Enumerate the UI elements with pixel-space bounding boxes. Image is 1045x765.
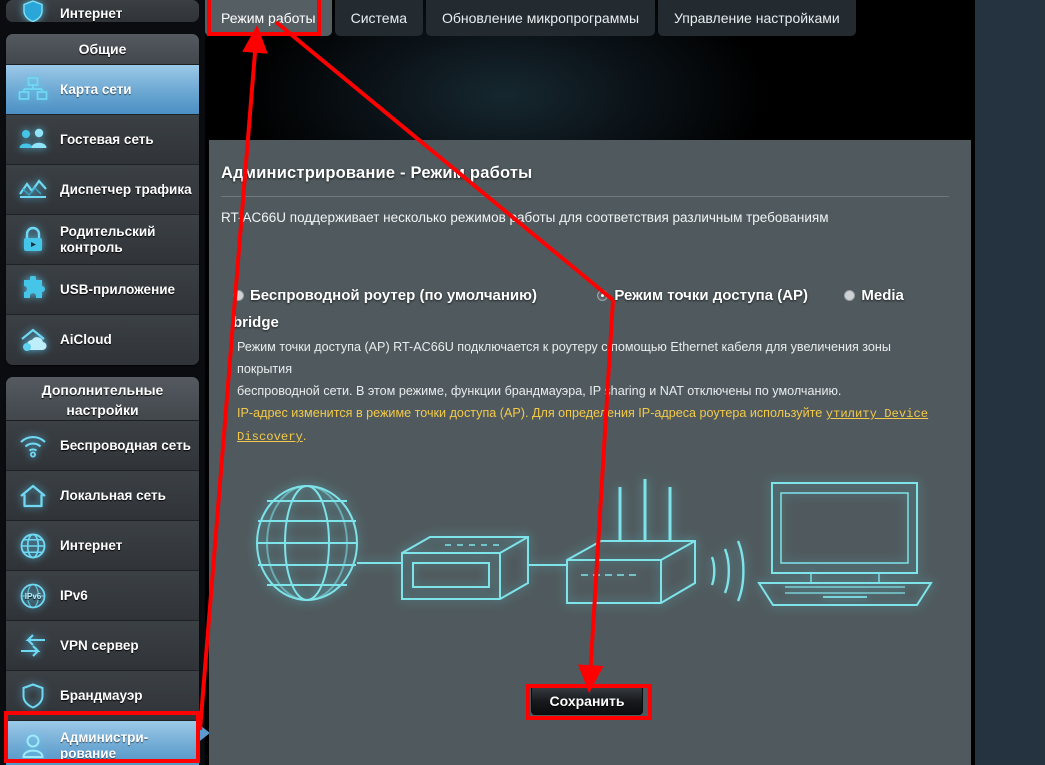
sidebar-item-label: Брандмауэр <box>60 688 143 704</box>
home-icon <box>16 479 50 513</box>
radio-ap-mode-label: Режим точки доступа (AP) <box>614 287 808 304</box>
sidebar-item-label: Гостевая сеть <box>60 132 154 148</box>
sidebar-item-label: Диспетчер трафика <box>60 182 192 198</box>
shield-icon <box>16 679 50 713</box>
sidebar-item-label: Интернет <box>60 6 122 22</box>
tab-bar: Режим работы Система Обновление микропро… <box>205 0 859 36</box>
vpn-arrows-icon <box>16 629 50 663</box>
sidebar-item-aicloud[interactable]: AiCloud <box>6 315 199 365</box>
sidebar-group-title: Общие <box>6 34 199 65</box>
sidebar-partial-top-group: Интернет <box>6 0 199 22</box>
radio-ap-mode-option[interactable]: Режим точки доступа (AP) <box>597 287 812 304</box>
sidebar: Интернет Общие Карта сети <box>0 0 205 765</box>
sidebar-item-label: Карта сети <box>60 82 132 98</box>
content-panel: Администрирование - Режим работы RT-AC66… <box>209 140 971 765</box>
sidebar-item-label: IPv6 <box>60 588 88 604</box>
tab-obnovlenie-mikroprogrammy[interactable]: Обновление микропрограммы <box>426 0 655 36</box>
globe-shape <box>257 486 357 600</box>
ipv6-globe-icon: IPv6 <box>16 579 50 613</box>
modem-shape <box>402 537 528 599</box>
sidebar-group-title: Дополнительные настройки <box>6 377 199 421</box>
mode-description-note: IP-адрес изменится в режиме точки доступ… <box>237 402 947 448</box>
svg-text:IPv6: IPv6 <box>25 592 42 601</box>
sidebar-item-label: USB-приложение <box>60 282 175 298</box>
laptop-shape <box>759 483 931 605</box>
operation-mode-options: Беспроводной роутер (по умолчанию) Режим… <box>233 282 933 336</box>
wifi-icon <box>16 429 50 463</box>
sidebar-item-dispetcher-trafika[interactable]: Диспетчер трафика <box>6 165 199 215</box>
sidebar-group-advanced: Дополнительные настройки Беспроводная се… <box>6 377 199 765</box>
router-admin-screen: Интернет Общие Карта сети <box>0 0 1045 765</box>
sidebar-item-label: AiCloud <box>60 332 112 348</box>
radio-dot-icon[interactable] <box>233 290 244 301</box>
page-background-right <box>975 0 1045 765</box>
network-map-icon <box>16 73 50 107</box>
sidebar-item-besprovodnaya-set[interactable]: Беспроводная сеть <box>6 421 199 471</box>
traffic-chart-icon <box>16 173 50 207</box>
shield-icon <box>16 0 50 22</box>
wifi-waves-shape <box>712 541 743 601</box>
tab-rezhim-raboty[interactable]: Режим работы <box>205 0 332 36</box>
page-title: Администрирование - Режим работы <box>221 164 532 183</box>
sidebar-item-gostevaya-set[interactable]: Гостевая сеть <box>6 115 199 165</box>
cloud-house-icon <box>16 323 50 357</box>
sidebar-item-roditelskiy-kontrol[interactable]: Родительский контроль <box>6 215 199 265</box>
save-button-wrapper: Сохранить <box>531 685 643 715</box>
sidebar-item-label: Локальная сеть <box>60 488 166 504</box>
network-topology-illustration <box>245 465 945 625</box>
tab-sistema[interactable]: Система <box>335 0 423 36</box>
radio-dot-icon[interactable] <box>844 290 855 301</box>
puzzle-icon <box>16 273 50 307</box>
sidebar-item-karta-seti[interactable]: Карта сети <box>6 65 199 115</box>
sidebar-item-label: Беспроводная сеть <box>60 438 191 454</box>
globe-icon <box>16 529 50 563</box>
sidebar-item-vpn-server[interactable]: VPN сервер <box>6 621 199 671</box>
sidebar-item-internet[interactable]: Интернет <box>6 521 199 571</box>
mode-description-line-2: беспроводной сети. В этом режиме, функци… <box>237 380 947 402</box>
tab-upravlenie-nastroykami[interactable]: Управление настройками <box>658 0 856 36</box>
note-suffix-text: . <box>303 429 307 443</box>
page-description: RT-AC66U поддерживает несколько режимов … <box>221 210 951 225</box>
sidebar-item-internet-partial[interactable]: Интернет <box>6 0 199 22</box>
user-icon <box>16 729 50 763</box>
title-divider <box>221 196 949 197</box>
sidebar-item-lokalnaya-set[interactable]: Локальная сеть <box>6 471 199 521</box>
sidebar-item-usb-prilozhenie[interactable]: USB-приложение <box>6 265 199 315</box>
active-item-pointer-icon <box>196 722 210 744</box>
radio-wireless-router-label: Беспроводной роутер (по умолчанию) <box>250 287 537 304</box>
sidebar-item-label: Интернет <box>60 538 122 554</box>
sidebar-item-label: Родительский контроль <box>60 224 193 256</box>
save-button[interactable]: Сохранить <box>531 685 643 715</box>
sidebar-item-label: VPN сервер <box>60 638 139 654</box>
note-prefix-text: IP-адрес изменится в режиме точки доступ… <box>237 406 826 420</box>
mode-description: Режим точки доступа (AP) RT-AC66U подклю… <box>237 336 947 448</box>
radio-wireless-router-option[interactable]: Беспроводной роутер (по умолчанию) <box>233 287 541 304</box>
sidebar-item-brandmauer[interactable]: Брандмауэр <box>6 671 199 721</box>
guests-icon <box>16 123 50 157</box>
wireless-router-shape <box>567 479 695 603</box>
radio-dot-icon[interactable] <box>597 290 608 301</box>
lock-icon <box>16 223 50 257</box>
sidebar-item-label: Администри-рование <box>60 730 193 762</box>
sidebar-group-general: Общие Карта сети <box>6 34 199 365</box>
sidebar-item-ipv6[interactable]: IPv6 IPv6 <box>6 571 199 621</box>
mode-description-line-1: Режим точки доступа (AP) RT-AC66U подклю… <box>237 336 947 380</box>
sidebar-item-administrirovanie[interactable]: Администри-рование <box>6 721 199 765</box>
